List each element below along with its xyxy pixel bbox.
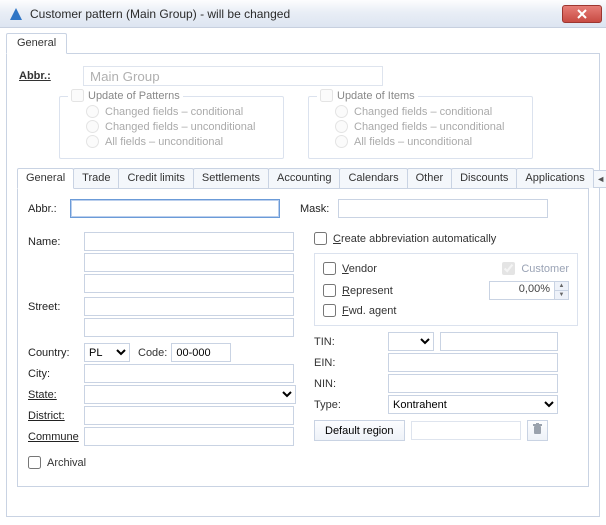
update-items-checkbox[interactable] — [320, 89, 333, 102]
tab-scroll-left[interactable]: ◄ — [593, 170, 606, 188]
street-label: Street: — [28, 301, 84, 313]
name-label: Name: — [28, 236, 84, 248]
window-title: Customer pattern (Main Group) - will be … — [30, 7, 290, 21]
tin-prefix-select[interactable] — [388, 332, 434, 351]
update-of-items-group: Update of Items Changed fields – conditi… — [308, 96, 533, 159]
outer-tab-strip: General — [6, 32, 600, 54]
patterns-opt-2-label: All fields – unconditional — [105, 136, 223, 148]
name-input-2[interactable] — [84, 253, 294, 272]
customer-label: Customer — [521, 263, 569, 275]
code-label: Code: — [138, 347, 167, 359]
archival-checkbox[interactable] — [28, 456, 41, 469]
patterns-opt-2[interactable] — [86, 135, 99, 148]
city-input[interactable] — [84, 364, 294, 383]
auto-abbr-checkbox[interactable] — [314, 232, 327, 245]
spin-down-icon[interactable]: ▼ — [554, 291, 568, 299]
vendor-label: Vendor — [342, 263, 377, 275]
country-select[interactable]: PL — [84, 343, 130, 362]
tab-other[interactable]: Other — [407, 168, 453, 188]
items-opt-0-label: Changed fields – conditional — [354, 106, 492, 118]
patterns-opt-1-label: Changed fields – unconditional — [105, 121, 255, 133]
spin-up-icon[interactable]: ▲ — [554, 282, 568, 291]
code-input[interactable] — [171, 343, 231, 362]
fwd-agent-label: Fwd. agent — [342, 305, 396, 317]
clear-region-button[interactable] — [527, 420, 548, 441]
represent-percent[interactable]: 0,00% ▲ ▼ — [489, 281, 569, 300]
window-close-button[interactable] — [562, 5, 602, 23]
abbr-header-label: Abbr.: — [19, 70, 83, 82]
fwd-agent-checkbox[interactable] — [323, 304, 336, 317]
represent-checkbox[interactable] — [323, 284, 336, 297]
auto-abbr-label: Create abbreviation automatically — [333, 233, 496, 245]
represent-percent-value: 0,00% — [519, 283, 550, 295]
represent-label: Represent — [342, 285, 393, 297]
tab-accounting[interactable]: Accounting — [268, 168, 340, 188]
abbr-label: Abbr.: — [28, 203, 70, 215]
tab-general[interactable]: General — [17, 168, 74, 189]
district-label: District: — [28, 410, 84, 422]
items-opt-2[interactable] — [335, 135, 348, 148]
vendor-checkbox[interactable] — [323, 262, 336, 275]
abbr-input[interactable] — [70, 199, 280, 218]
items-opt-0[interactable] — [335, 105, 348, 118]
inner-tab-strip: General Trade Credit limits Settlements … — [17, 167, 589, 189]
tab-credit-limits[interactable]: Credit limits — [118, 168, 193, 188]
tin-label: TIN: — [314, 336, 382, 348]
state-select[interactable] — [84, 385, 296, 404]
type-label: Type: — [314, 399, 382, 411]
abbr-header-input — [83, 66, 383, 86]
street-input-2[interactable] — [84, 318, 294, 337]
default-region-button[interactable]: Default region — [314, 420, 405, 441]
update-items-legend: Update of Items — [337, 90, 415, 102]
ein-input[interactable] — [388, 353, 558, 372]
tab-settlements[interactable]: Settlements — [193, 168, 269, 188]
outer-tab-general[interactable]: General — [6, 33, 67, 54]
items-opt-1[interactable] — [335, 120, 348, 133]
mask-input[interactable] — [338, 199, 548, 218]
state-label: State: — [28, 389, 84, 401]
patterns-opt-0[interactable] — [86, 105, 99, 118]
patterns-opt-1[interactable] — [86, 120, 99, 133]
city-label: City: — [28, 368, 84, 380]
tab-calendars[interactable]: Calendars — [339, 168, 407, 188]
district-input[interactable] — [84, 406, 294, 425]
tab-trade[interactable]: Trade — [73, 168, 119, 188]
archival-label: Archival — [47, 457, 86, 469]
window-titlebar: Customer pattern (Main Group) - will be … — [0, 0, 606, 28]
commune-label: Commune — [28, 431, 84, 443]
trash-icon — [532, 423, 543, 438]
tin-input[interactable] — [440, 332, 558, 351]
type-select[interactable]: Kontrahent — [388, 395, 558, 414]
app-icon — [8, 6, 24, 22]
street-input-1[interactable] — [84, 297, 294, 316]
commune-input[interactable] — [84, 427, 294, 446]
items-opt-1-label: Changed fields – unconditional — [354, 121, 504, 133]
tab-discounts[interactable]: Discounts — [451, 168, 517, 188]
customer-checkbox — [502, 262, 515, 275]
nin-label: NIN: — [314, 378, 382, 390]
update-patterns-legend: Update of Patterns — [88, 90, 180, 102]
update-of-patterns-group: Update of Patterns Changed fields – cond… — [59, 96, 284, 159]
name-input-1[interactable] — [84, 232, 294, 251]
country-label: Country: — [28, 347, 84, 359]
mask-label: Mask: — [300, 203, 338, 215]
ein-label: EIN: — [314, 357, 382, 369]
default-region-input — [411, 421, 521, 440]
patterns-opt-0-label: Changed fields – conditional — [105, 106, 243, 118]
nin-input[interactable] — [388, 374, 558, 393]
items-opt-2-label: All fields – unconditional — [354, 136, 472, 148]
name-input-3[interactable] — [84, 274, 294, 293]
update-patterns-checkbox[interactable] — [71, 89, 84, 102]
tab-applications[interactable]: Applications — [516, 168, 593, 188]
